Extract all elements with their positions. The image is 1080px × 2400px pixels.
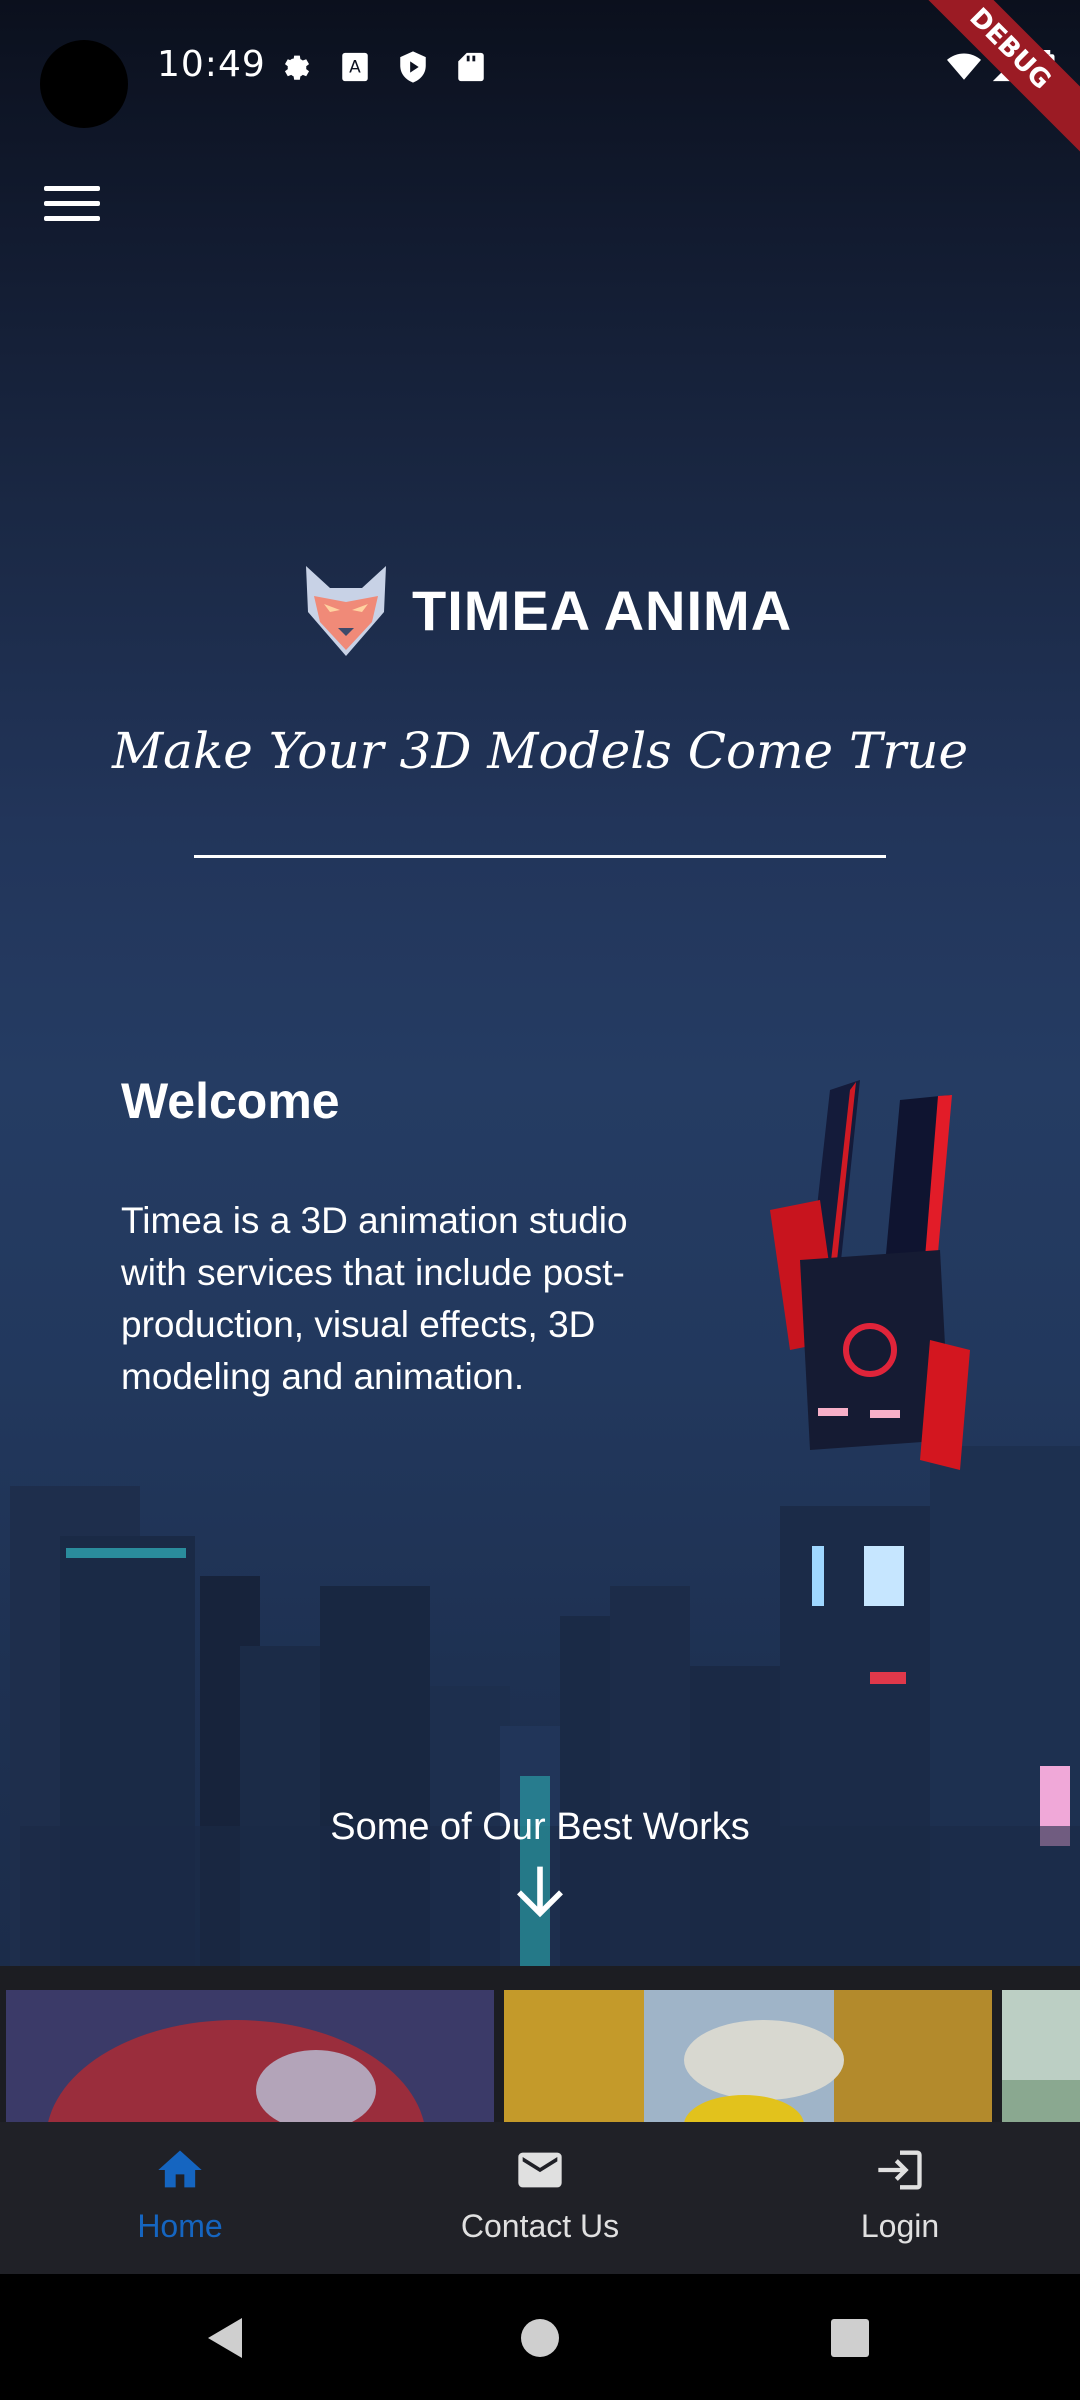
gallery-image-third: [1002, 1990, 1080, 2122]
character-figure-image: [770, 1080, 970, 1470]
brand-header: TIMEA ANIMA: [300, 560, 792, 660]
home-circle-icon[interactable]: [520, 2318, 560, 2358]
nav-login-label: Login: [860, 2208, 940, 2244]
gallery-image-planet: [6, 1990, 494, 2122]
works-gallery[interactable]: [0, 1966, 1080, 2122]
welcome-description: Timea is a 3D animation studio with serv…: [121, 1200, 628, 1397]
wolf-logo-icon: [306, 566, 386, 656]
system-navigation-bar: [0, 2274, 1080, 2400]
back-icon[interactable]: [204, 2316, 244, 2360]
nav-home[interactable]: Home: [0, 2122, 360, 2274]
status-bar: 10:49 A DEBUG: [0, 0, 1080, 158]
best-works-label: Some of Our Best Works: [330, 1806, 750, 1848]
wifi-icon: [947, 53, 981, 80]
hamburger-menu-icon[interactable]: [44, 186, 100, 230]
sd-card-icon: [458, 52, 484, 82]
home-icon: [158, 2150, 202, 2188]
bottom-navigation: Home Contact Us Login: [0, 2122, 1080, 2274]
camera-cutout: [40, 40, 128, 128]
settings-icon: [284, 55, 310, 80]
hero-section: 10:49 A DEBUG TIMEA ANIMA Make Your 3D M…: [0, 0, 1080, 1966]
nav-contact-us[interactable]: Contact Us: [360, 2122, 720, 2274]
nav-login[interactable]: Login: [720, 2122, 1080, 2274]
gallery-item[interactable]: [504, 1990, 992, 2122]
divider-line: [194, 855, 886, 858]
brand-name: TIMEA ANIMA: [412, 578, 793, 642]
nav-home-label: Home: [137, 2208, 223, 2244]
gallery-item[interactable]: [6, 1990, 494, 2122]
login-icon: [878, 2150, 922, 2190]
welcome-title: Welcome: [121, 1073, 340, 1129]
a-text-icon: A: [342, 52, 368, 82]
status-time: 10:49: [157, 44, 266, 85]
tagline: Make Your 3D Models Come True: [111, 722, 969, 780]
arrow-down-icon[interactable]: [512, 1862, 568, 1918]
gallery-image-forest: [504, 1990, 992, 2122]
mail-icon: [518, 2152, 562, 2188]
nav-contact-label: Contact Us: [460, 2208, 620, 2244]
svg-text:A: A: [349, 58, 361, 78]
gallery-item[interactable]: [1002, 1990, 1080, 2122]
recents-icon[interactable]: [830, 2318, 870, 2358]
play-protect-icon: [400, 51, 426, 83]
